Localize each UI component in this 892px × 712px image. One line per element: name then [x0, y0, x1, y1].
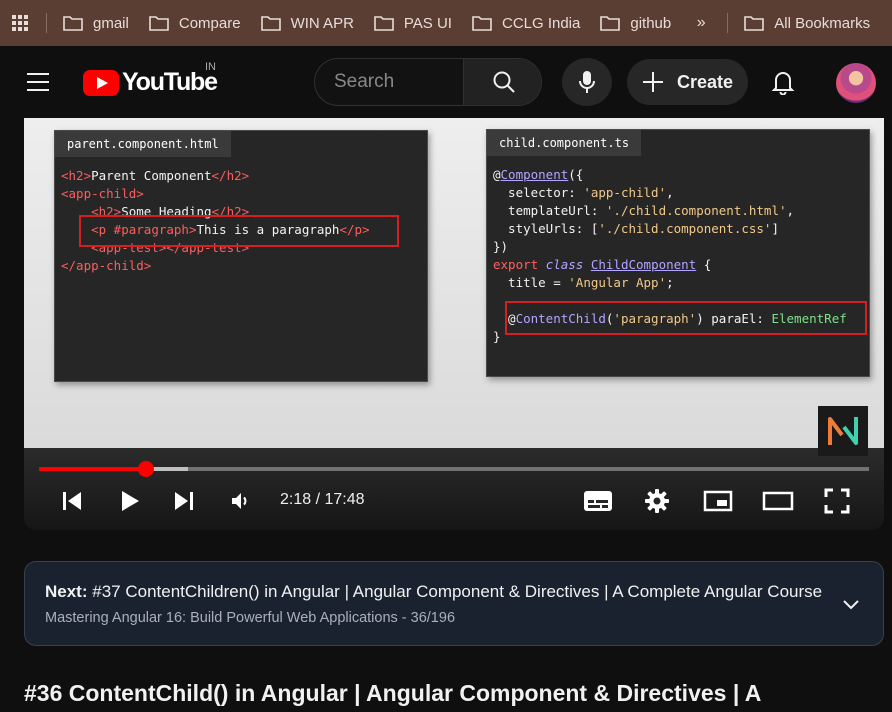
youtube-play-icon — [83, 69, 119, 96]
apps-grid-icon[interactable] — [0, 0, 40, 46]
settings-button[interactable] — [640, 484, 674, 518]
youtube-logo[interactable]: YouTube IN — [83, 61, 218, 97]
country-code: IN — [205, 61, 216, 73]
search-button[interactable] — [463, 59, 541, 105]
channel-logo-icon — [828, 417, 858, 445]
next-prefix: Next: — [45, 582, 88, 601]
code-tab-label: child.component.ts — [487, 130, 642, 156]
channel-watermark[interactable] — [818, 406, 868, 456]
bookmarks-overflow-button[interactable]: » — [681, 14, 721, 32]
skip-next-icon — [175, 492, 193, 510]
play-icon — [122, 491, 139, 511]
bookmark-label: gmail — [93, 14, 129, 32]
create-label: Create — [677, 71, 734, 92]
subtitles-button[interactable] — [580, 484, 616, 518]
menu-icon[interactable] — [22, 70, 56, 94]
bookmark-label: PAS UI — [403, 14, 452, 32]
fullscreen-icon — [824, 488, 850, 514]
scrubber-handle[interactable] — [138, 461, 155, 477]
bookmark-pas-ui[interactable]: PAS UI — [364, 0, 462, 46]
bookmark-cclg-india[interactable]: CCLG India — [462, 0, 590, 46]
subtitles-icon — [584, 491, 612, 511]
folder-icon — [744, 16, 765, 31]
bookmark-compare[interactable]: Compare — [139, 0, 251, 46]
video-player[interactable]: parent.component.html <h2>Parent Compone… — [24, 118, 884, 530]
create-button[interactable]: Create — [627, 59, 748, 105]
skip-previous-icon — [63, 492, 81, 510]
next-video-title: Next: #37 ContentChildren() in Angular |… — [45, 582, 825, 602]
all-bookmarks-button[interactable]: All Bookmarks — [734, 0, 880, 46]
bookmark-win-apr[interactable]: WIN APR — [251, 0, 364, 46]
search-box — [314, 58, 542, 106]
bookmarks-divider — [727, 13, 729, 33]
microphone-icon — [579, 71, 595, 93]
folder-icon — [600, 16, 621, 31]
next-title-text: #37 ContentChildren() in Angular | Angul… — [92, 582, 823, 601]
up-next-card[interactable]: Next: #37 ContentChildren() in Angular |… — [24, 561, 884, 646]
fullscreen-button[interactable] — [820, 484, 854, 518]
video-frame: parent.component.html <h2>Parent Compone… — [24, 118, 884, 456]
code-tab-label: parent.component.html — [55, 131, 231, 157]
all-bookmarks-label: All Bookmarks — [774, 14, 871, 32]
avatar[interactable] — [836, 63, 876, 103]
notifications-button[interactable] — [765, 64, 801, 100]
folder-icon — [63, 16, 83, 31]
bookmark-label: Compare — [178, 14, 241, 32]
bookmark-label: WIN APR — [290, 14, 354, 32]
mute-button[interactable] — [224, 484, 256, 518]
logo-text: YouTube — [122, 68, 218, 96]
theater-mode-button[interactable] — [760, 484, 796, 518]
theater-icon — [762, 491, 794, 511]
play-button[interactable] — [114, 484, 146, 518]
progress-bar[interactable] — [39, 461, 869, 477]
search-icon — [493, 71, 515, 93]
code-panel-child: child.component.ts @Component({ selector… — [486, 129, 870, 377]
code-panel-parent: parent.component.html <h2>Parent Compone… — [54, 130, 428, 382]
played-bar — [39, 467, 147, 471]
highlight-box — [79, 215, 399, 247]
miniplayer-button[interactable] — [700, 484, 736, 518]
folder-icon — [374, 16, 394, 31]
bookmarks-bar: gmail Compare WIN APR PAS UI CCLG India … — [0, 0, 892, 46]
previous-button[interactable] — [56, 484, 88, 518]
folder-icon — [472, 16, 492, 31]
folder-icon — [149, 16, 169, 31]
bookmark-github[interactable]: github — [590, 0, 681, 46]
search-input[interactable] — [315, 59, 463, 105]
video-title: #36 ContentChild() in Angular | Angular … — [24, 680, 762, 706]
gear-icon — [645, 489, 669, 513]
playlist-info: Mastering Angular 16: Build Powerful Web… — [45, 610, 455, 626]
playlist-position: - 36/196 — [401, 610, 456, 626]
folder-icon — [260, 16, 281, 31]
highlight-box — [505, 301, 867, 335]
miniplayer-icon — [703, 490, 733, 512]
plus-icon — [643, 72, 663, 92]
chevron-down-icon[interactable] — [839, 592, 863, 616]
time-display: 2:18 / 17:48 — [280, 491, 365, 508]
next-button[interactable] — [168, 484, 200, 518]
playlist-name: Mastering Angular 16: Build Powerful Web… — [45, 610, 398, 626]
masthead: YouTube IN Create — [0, 46, 892, 118]
voice-search-button[interactable] — [562, 58, 612, 106]
volume-icon — [232, 493, 247, 509]
bookmark-gmail[interactable]: gmail — [53, 0, 139, 46]
bell-icon — [771, 72, 795, 95]
bookmark-label: CCLG India — [501, 14, 581, 32]
bookmarks-divider — [46, 13, 47, 33]
bookmark-label: github — [630, 14, 672, 32]
